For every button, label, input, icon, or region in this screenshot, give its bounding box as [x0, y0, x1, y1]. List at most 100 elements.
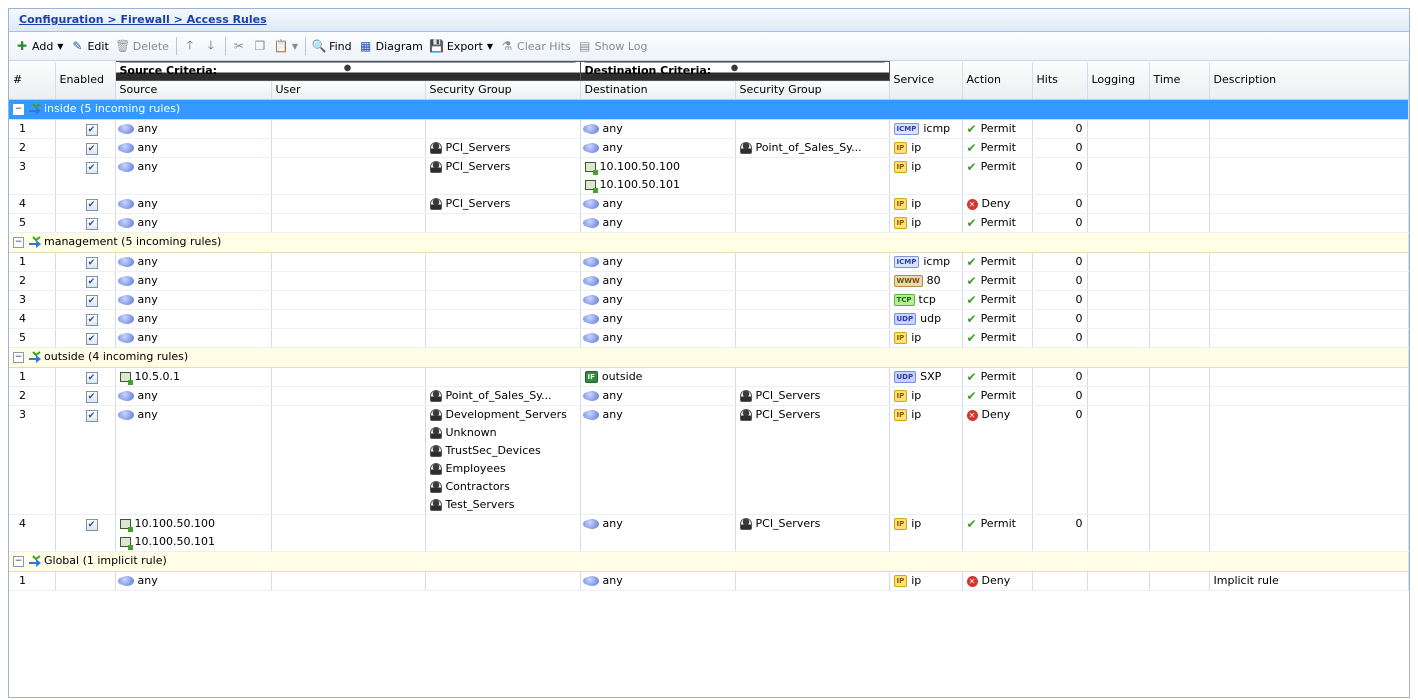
security-group[interactable]: Unknown	[429, 424, 576, 442]
delete-button[interactable]: 🗑 Delete	[115, 39, 169, 53]
header-description[interactable]: Description	[1209, 61, 1409, 100]
user-cell[interactable]	[271, 252, 426, 272]
user-cell[interactable]	[271, 405, 426, 515]
user-cell[interactable]	[271, 290, 426, 310]
collapse-toggle-icon[interactable]: −	[13, 103, 24, 115]
copy-button[interactable]: ❐	[253, 39, 267, 53]
action-cell[interactable]: ✕ Deny	[962, 571, 1033, 591]
description-cell[interactable]	[1209, 119, 1409, 139]
security-group[interactable]: PCI_Servers	[739, 406, 885, 424]
network-object[interactable]: any	[584, 139, 731, 157]
network-object[interactable]: any	[584, 214, 731, 232]
export-button[interactable]: 💾 Export ▼	[429, 39, 493, 53]
move-up-button[interactable]: 🡑	[183, 38, 197, 53]
logging-cell[interactable]	[1087, 138, 1150, 158]
action-cell[interactable]: ✕ Deny	[962, 405, 1033, 515]
logging-cell[interactable]	[1087, 252, 1150, 272]
logging-cell[interactable]	[1087, 571, 1150, 591]
enabled-checkbox[interactable]: ✔	[85, 519, 98, 531]
network-object[interactable]: IF outside	[584, 368, 731, 386]
description-cell[interactable]	[1209, 405, 1409, 515]
rule-row[interactable]: 4 ✔ any any UDP udp ✔ Permit 0	[9, 309, 1409, 329]
description-cell[interactable]	[1209, 213, 1409, 233]
logging-cell[interactable]	[1087, 367, 1150, 387]
service-cell[interactable]: IP ip	[889, 157, 963, 195]
time-cell[interactable]	[1149, 309, 1210, 329]
security-group[interactable]: PCI_Servers	[429, 158, 576, 176]
network-object[interactable]: any	[119, 272, 267, 290]
rule-row[interactable]: 3 ✔ any any TCP tcp ✔ Permit 0	[9, 290, 1409, 310]
description-cell[interactable]	[1209, 514, 1409, 552]
network-object[interactable]: any	[584, 387, 731, 405]
description-cell[interactable]	[1209, 386, 1409, 406]
description-cell[interactable]	[1209, 157, 1409, 195]
network-object[interactable]: any	[119, 291, 267, 309]
diagram-button[interactable]: ▦ Diagram	[359, 39, 423, 53]
time-cell[interactable]	[1149, 138, 1210, 158]
service-cell[interactable]: IP ip	[889, 213, 963, 233]
service-cell[interactable]: IP ip	[889, 514, 963, 552]
rule-row[interactable]: 5 ✔ any any IP ip ✔ Permit 0	[9, 328, 1409, 348]
network-object[interactable]: any	[584, 253, 731, 271]
header-destination-security-group[interactable]: Security Group	[735, 80, 890, 100]
network-object[interactable]: any	[584, 291, 731, 309]
rule-row[interactable]: 4 ✔ any PCI_Servers any IP ip ✕ Deny 0	[9, 194, 1409, 214]
action-cell[interactable]: ✔ Permit	[962, 271, 1033, 291]
rule-row[interactable]: 1 ✔ 10.5.0.1 IF outside UDP SXP ✔ Permit 0	[9, 367, 1409, 387]
security-group[interactable]: Employees	[429, 460, 576, 478]
action-cell[interactable]: ✕ Deny	[962, 194, 1033, 214]
user-cell[interactable]	[271, 514, 426, 552]
header-hits[interactable]: Hits	[1032, 61, 1088, 100]
rule-row[interactable]: 1 ✔ any any ICMP icmp ✔ Permit 0	[9, 119, 1409, 139]
action-cell[interactable]: ✔ Permit	[962, 386, 1033, 406]
network-object[interactable]: 10.100.50.101	[119, 533, 267, 551]
enabled-checkbox[interactable]: ✔	[85, 199, 98, 211]
enabled-checkbox[interactable]: ✔	[85, 391, 98, 403]
description-cell[interactable]	[1209, 138, 1409, 158]
network-object[interactable]: any	[584, 120, 731, 138]
logging-cell[interactable]	[1087, 309, 1150, 329]
collapse-toggle-icon[interactable]: −	[13, 351, 24, 363]
service-cell[interactable]: TCP tcp	[889, 290, 963, 310]
description-cell[interactable]	[1209, 328, 1409, 348]
rule-row[interactable]: 3 ✔ any PCI_Servers 10.100.50.100 10.100.50.1…	[9, 157, 1409, 195]
enabled-checkbox[interactable]: ✔	[85, 257, 98, 269]
description-cell[interactable]: Implicit rule	[1209, 571, 1409, 591]
action-cell[interactable]: ✔ Permit	[962, 252, 1033, 272]
breadcrumb-link[interactable]: Configuration > Firewall > Access Rules	[19, 13, 267, 26]
enabled-checkbox[interactable]: ✔	[85, 372, 98, 384]
header-source-security-group[interactable]: Security Group	[425, 80, 581, 100]
network-object[interactable]: any	[119, 329, 267, 347]
description-cell[interactable]	[1209, 194, 1409, 214]
user-cell[interactable]	[271, 213, 426, 233]
user-cell[interactable]	[271, 157, 426, 195]
time-cell[interactable]	[1149, 271, 1210, 291]
time-cell[interactable]	[1149, 514, 1210, 552]
description-cell[interactable]	[1209, 271, 1409, 291]
collapse-toggle-icon[interactable]: −	[13, 236, 24, 248]
header-logging[interactable]: Logging	[1087, 61, 1150, 100]
enabled-checkbox[interactable]: ✔	[85, 218, 98, 230]
service-cell[interactable]: IP ip	[889, 138, 963, 158]
header-source[interactable]: Source	[115, 80, 272, 100]
service-cell[interactable]: IP ip	[889, 571, 963, 591]
security-group[interactable]: PCI_Servers	[429, 195, 576, 213]
action-cell[interactable]: ✔ Permit	[962, 213, 1033, 233]
network-object[interactable]: any	[119, 120, 267, 138]
logging-cell[interactable]	[1087, 405, 1150, 515]
rule-row[interactable]: 4 ✔ 10.100.50.100 10.100.50.101 any PCI_Serve…	[9, 514, 1409, 552]
time-cell[interactable]	[1149, 405, 1210, 515]
clear-hits-button[interactable]: ⚗ Clear Hits	[500, 39, 571, 53]
rule-row[interactable]: 2 ✔ any any WWW 80 ✔ Permit 0	[9, 271, 1409, 291]
logging-cell[interactable]	[1087, 119, 1150, 139]
action-cell[interactable]: ✔ Permit	[962, 328, 1033, 348]
action-cell[interactable]: ✔ Permit	[962, 514, 1033, 552]
logging-cell[interactable]	[1087, 386, 1150, 406]
security-group[interactable]: Development_Servers	[429, 406, 576, 424]
security-group[interactable]: Point_of_Sales_Sy...	[429, 387, 576, 405]
network-object[interactable]: any	[119, 253, 267, 271]
header-action[interactable]: Action	[962, 61, 1033, 100]
time-cell[interactable]	[1149, 367, 1210, 387]
rule-row[interactable]: 5 ✔ any any IP ip ✔ Permit 0	[9, 213, 1409, 233]
rule-row[interactable]: 2 ✔ any Point_of_Sales_Sy... any PCI_Servers I…	[9, 386, 1409, 406]
